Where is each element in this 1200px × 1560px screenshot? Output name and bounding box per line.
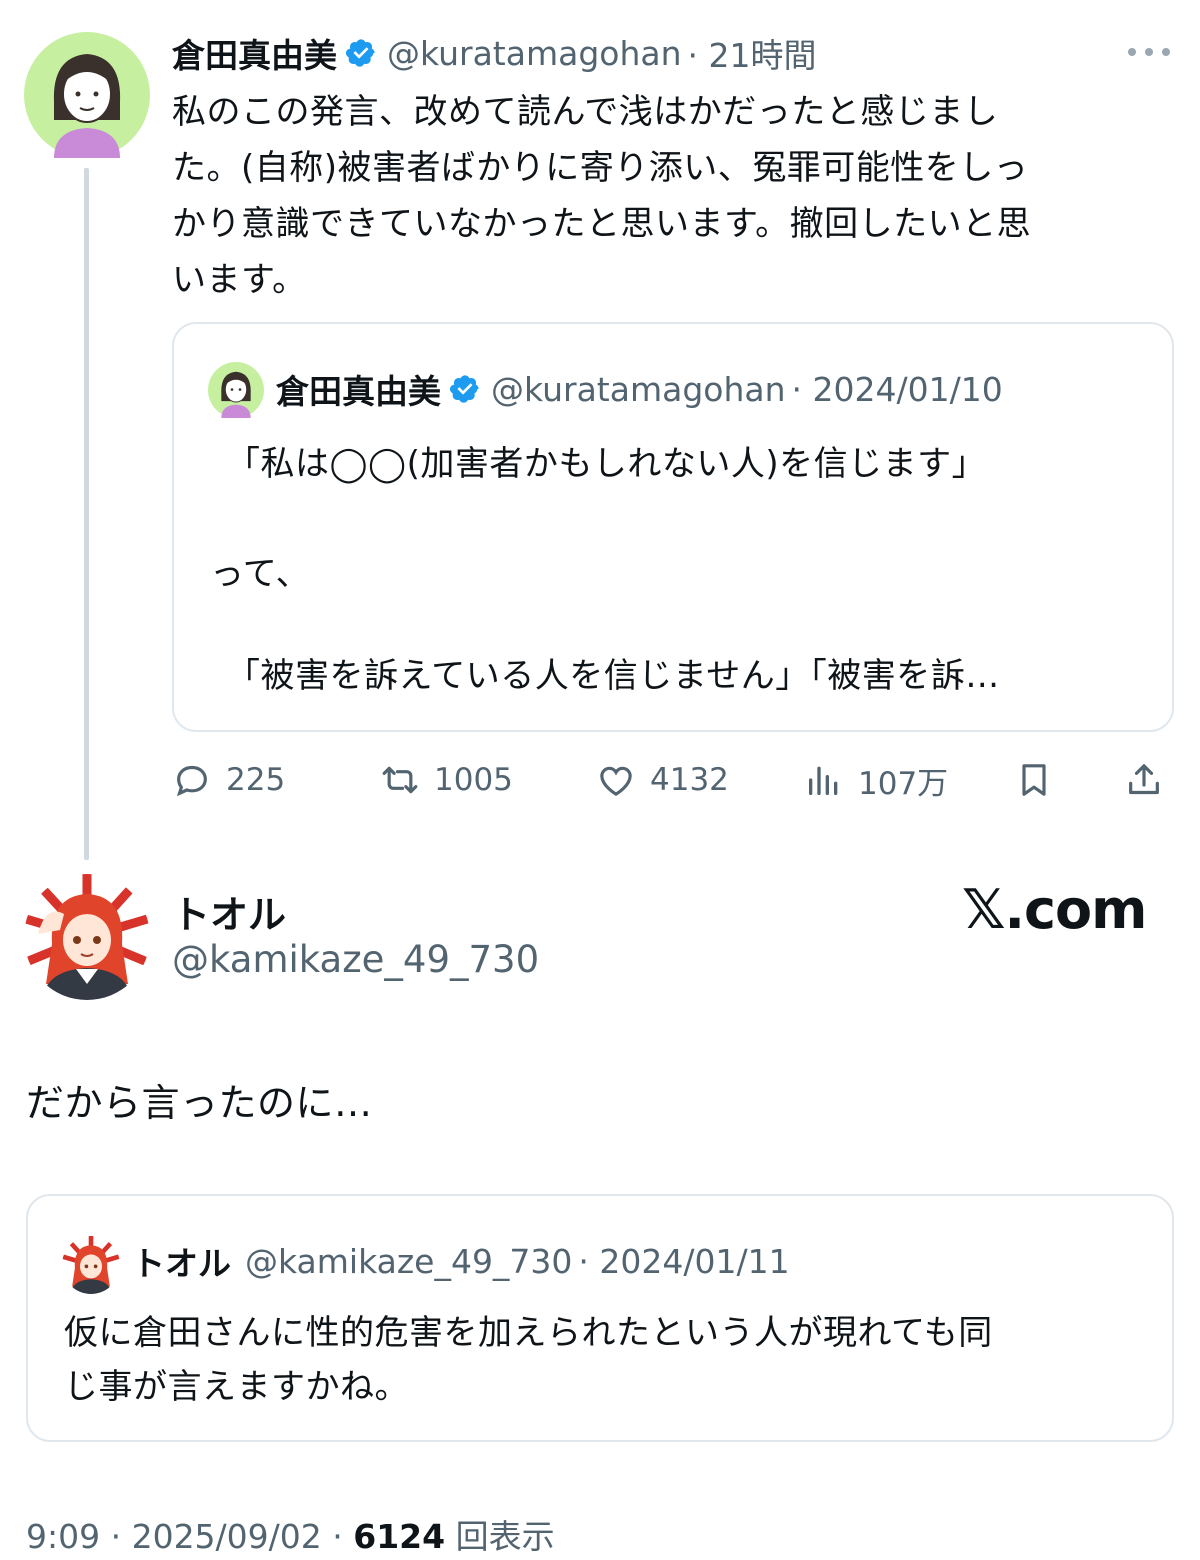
parent-tweet-line: た。(自称)被害者ばかりに寄り添い、冤罪可能性をしっ [172,148,1029,188]
verified-badge-icon [449,373,481,405]
quoted-tweet-card[interactable]: 倉田真由美 @kuratamagohan · 2024/01/10 「私は◯◯(… [172,322,1174,732]
retweet-button[interactable]: 1005 [380,750,513,810]
quoted-tweet-card[interactable]: トオル @kamikaze_49_730 · 2024/01/11 仮に倉田さん… [26,1194,1174,1442]
quoted-tweet-header: トオル @kamikaze_49_730 · 2024/01/11 [132,1236,790,1286]
views-count: 107万 [858,765,949,802]
main-author-handle[interactable]: @kamikaze_49_730 [172,938,539,981]
parent-tweet-header: 倉田真由美 @kuratamagohan · 21時間 [172,30,1172,76]
parent-author-handle[interactable]: @kuratamagohan [387,34,682,73]
main-tweet-text: だから言ったのに… [26,1081,373,1125]
tweet-action-bar: 225 1005 4132 107万 [172,750,1172,810]
reply-button[interactable]: 225 [172,750,285,810]
tweet-timestamp[interactable]: 9:09 · 2025/09/02 · [26,1517,353,1556]
more-icon[interactable] [1126,34,1172,70]
parent-tweet-line: います。 [172,260,307,300]
quoted-author-name: 倉田真由美 [276,372,441,411]
quoted-tweet-line: って、 [210,554,311,594]
quoted-author-name: トオル [132,1244,231,1283]
views-button[interactable]: 107万 [804,750,948,810]
tweet-view-label: 回表示 [445,1517,555,1556]
retweet-icon [382,766,418,794]
reply-icon [176,765,207,797]
quoted-tweet-header: 倉田真由美 @kuratamagohan · 2024/01/10 [276,364,1003,414]
quoted-author-handle: @kamikaze_49_730 [245,1241,573,1281]
views-icon [809,766,838,795]
quoted-tweet-line: 「私は◯◯(加害者かもしれない人)を信じます」 [226,444,987,484]
reply-count: 225 [226,762,286,798]
bookmark-button[interactable] [1014,750,1068,810]
quoted-tweet-line: 「被害を訴えている人を信じません」「被害を訴… [226,656,1000,696]
retweet-count: 1005 [434,762,513,798]
quoted-author-avatar [62,1236,120,1294]
share-icon [1129,764,1159,795]
parent-tweet-text: 私のこの発言、改めて読んで浅はかだったと感じまし た。(自称)被害者ばかりに寄り… [172,84,1162,308]
xcom-watermark: 𝕏.com [962,878,1147,941]
parent-author-avatar[interactable] [24,32,150,158]
parent-tweet-line: 私のこの発言、改めて読んで浅はかだったと感じまし [172,92,999,132]
quoted-author-avatar [208,362,264,418]
quoted-tweet-date: · 2024/01/10 [791,369,1003,409]
thread-line [84,168,89,860]
bookmark-icon [1022,764,1046,796]
quoted-tweet-line: 仮に倉田さんに性的危害を加えられたという人が現れても同 [64,1313,993,1353]
share-button[interactable] [1124,750,1178,810]
quoted-author-handle: @kuratamagohan [491,369,786,409]
verified-badge-icon [345,37,377,69]
like-button[interactable]: 4132 [596,750,729,810]
main-author-avatar[interactable] [24,874,150,1000]
quoted-tweet-text: 仮に倉田さんに性的危害を加えられたという人が現れても同 じ事が言えますかね。 [64,1306,1144,1414]
tweet-view-count: 6124 [353,1517,446,1556]
like-icon [600,766,632,797]
quoted-tweet-date: · 2024/01/11 [578,1241,790,1281]
like-count: 4132 [650,762,729,798]
parent-tweet-time[interactable]: · 21時間 [688,29,817,77]
quoted-tweet-line: じ事が言えますかね。 [64,1367,409,1407]
parent-tweet-line: かり意識できていなかったと思います。撤回したいと思 [172,204,1032,244]
main-author-name[interactable]: トオル [172,884,286,939]
parent-author-name[interactable]: 倉田真由美 [172,29,337,77]
tweet-footer: 9:09 · 2025/09/02 · 6124 回表示 [26,1510,555,1558]
